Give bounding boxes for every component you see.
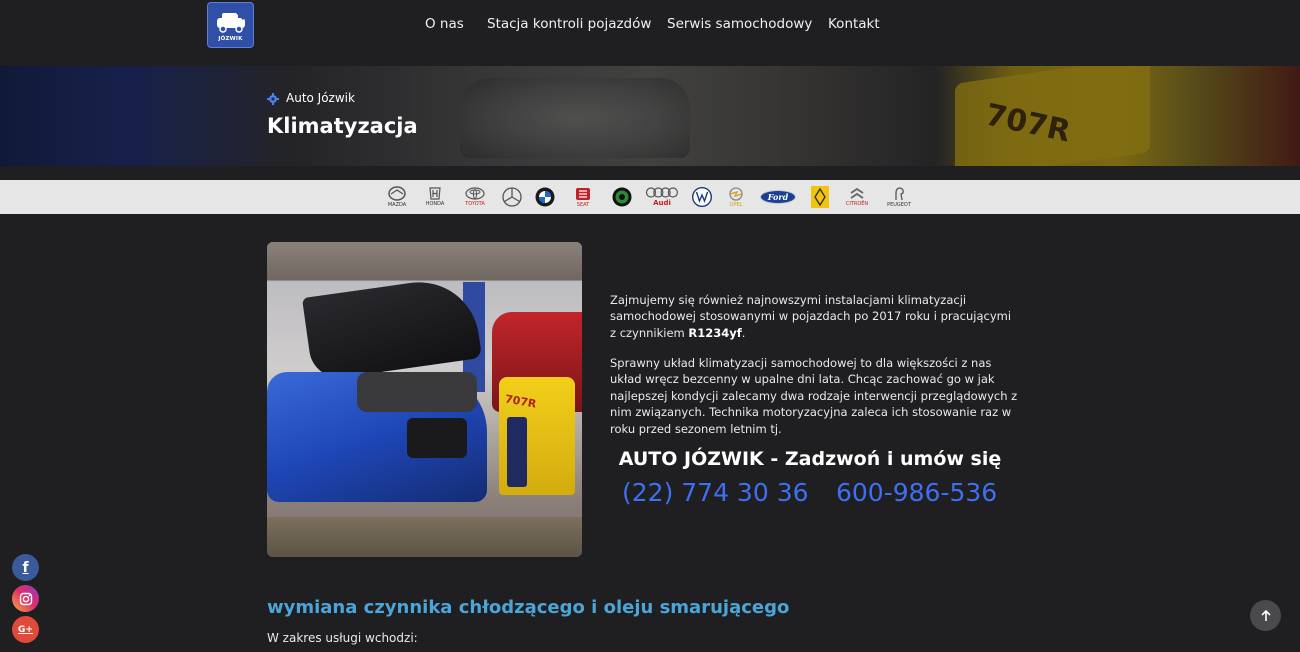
facebook-button[interactable]: f bbox=[12, 554, 39, 581]
main-nav: O nas Stacja kontroli pojazdów Serwis sa… bbox=[0, 16, 1300, 34]
intro-paragraph: Zajmujemy się również najnowszymi instal… bbox=[610, 292, 1020, 341]
nav-o-nas[interactable]: O nas bbox=[425, 16, 464, 32]
phone-mobile-link[interactable]: 600-986-536 bbox=[836, 478, 997, 507]
honda-logo-icon: HONDA bbox=[420, 184, 450, 210]
refrigerant-name: R1234yf bbox=[688, 325, 742, 340]
nav-kontakt[interactable]: Kontakt bbox=[828, 16, 880, 32]
scope-label: W zakres usługi wchodzi: bbox=[267, 631, 418, 645]
photo-car-grille bbox=[407, 418, 467, 458]
scroll-to-top-button[interactable] bbox=[1250, 600, 1281, 631]
google-plus-button[interactable]: G+ bbox=[12, 616, 39, 643]
site-header: JÓZWIK O nas Stacja kontroli pojazdów Se… bbox=[0, 0, 1300, 66]
facebook-icon: f bbox=[22, 559, 29, 576]
mazda-logo-icon: MAZDA bbox=[386, 184, 408, 210]
hero-banner: 707R Auto Józwik Klimatyzacja bbox=[0, 66, 1300, 166]
mercedes-logo-icon bbox=[500, 184, 524, 210]
gear-icon bbox=[267, 93, 279, 105]
section-title: wymiana czynnika chłodzącego i oleju sma… bbox=[267, 597, 790, 618]
photo-machine-label: 707R bbox=[504, 392, 538, 411]
intro-text: Zajmujemy się również najnowszymi instal… bbox=[610, 293, 1012, 340]
citroen-logo-icon: CITROËN bbox=[840, 184, 874, 210]
service-photo: 707R bbox=[267, 242, 582, 557]
call-to-action: AUTO JÓZWIK - Zadzwoń i umów się bbox=[618, 448, 1002, 470]
opel-logo-icon: OPEL bbox=[724, 184, 748, 210]
toyota-logo-icon: TOYOTA bbox=[461, 184, 489, 210]
hero-overlay bbox=[0, 66, 1300, 166]
volkswagen-logo-icon bbox=[690, 184, 714, 210]
photo-engine-bay bbox=[357, 372, 477, 412]
photo-blur-top bbox=[267, 242, 582, 280]
ford-logo-icon: Ford bbox=[759, 184, 797, 210]
seat-logo-icon: SEAT bbox=[567, 184, 599, 210]
logo-text: JÓZWIK bbox=[218, 35, 243, 42]
nav-stacja-kontroli[interactable]: Stacja kontroli pojazdów bbox=[487, 16, 651, 32]
photo-ac-machine: 707R bbox=[499, 377, 575, 495]
description-paragraph: Sprawny układ klimatyzacji samochodowej … bbox=[610, 356, 1018, 436]
instagram-icon bbox=[19, 592, 32, 605]
intro-end: . bbox=[741, 325, 746, 340]
audi-logo-icon: Audi bbox=[644, 184, 680, 210]
page-title: Klimatyzacja bbox=[267, 114, 418, 138]
instagram-button[interactable] bbox=[12, 585, 39, 612]
google-plus-icon: G+ bbox=[18, 624, 33, 635]
peugeot-logo-icon: PEUGEOT bbox=[883, 184, 915, 210]
skoda-logo-icon bbox=[610, 184, 634, 210]
arrow-up-icon bbox=[1260, 609, 1271, 621]
renault-logo-icon bbox=[809, 184, 831, 210]
bmw-logo-icon bbox=[533, 184, 557, 210]
photo-machine-panel bbox=[507, 417, 527, 487]
photo-car-hood bbox=[301, 274, 483, 382]
breadcrumb[interactable]: Auto Józwik bbox=[286, 91, 355, 105]
nav-serwis[interactable]: Serwis samochodowy bbox=[667, 16, 812, 32]
phone-landline-link[interactable]: (22) 774 30 36 bbox=[622, 478, 809, 507]
brand-logos-bar: MAZDA HONDA TOYOTA SEAT Audi OPEL Ford C… bbox=[0, 180, 1300, 214]
photo-blur-bottom bbox=[267, 517, 582, 557]
